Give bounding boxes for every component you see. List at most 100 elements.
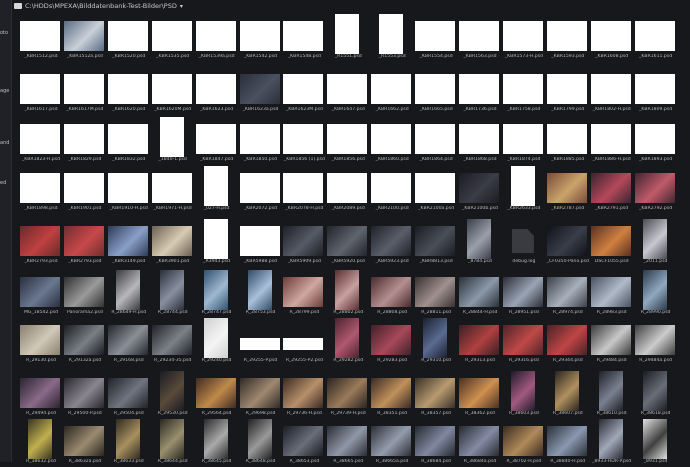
file-thumbnail[interactable]: R_38665a.psd: [371, 419, 413, 467]
file-thumbnail[interactable]: _8933-HDR-P.psd: [591, 419, 633, 467]
file-thumbnail[interactable]: R_38684a.psd: [459, 419, 501, 467]
file-thumbnail[interactable]: _KBR1758.psd: [502, 67, 545, 115]
file-thumbnail[interactable]: _KBR1542.psd: [239, 14, 282, 62]
file-thumbnail[interactable]: R_28649-H.psd: [108, 270, 150, 318]
file-thumbnail[interactable]: _KBR1608.psd: [590, 14, 633, 62]
file-thumbnail[interactable]: _KBR1617M.psd: [63, 67, 106, 115]
file-thumbnail[interactable]: R_38632a.psd: [63, 419, 106, 467]
file-thumbnail[interactable]: R_38357.psd: [415, 371, 457, 419]
file-thumbnail[interactable]: _KBR1736.psd: [459, 67, 501, 115]
file-thumbnail[interactable]: _KBR1563.psd: [459, 14, 501, 62]
file-thumbnail[interactable]: _KBR1573-H.psd: [502, 14, 545, 62]
file-thumbnail[interactable]: R_28974.psd: [546, 270, 589, 318]
file-thumbnail[interactable]: R_38702-H.psd: [502, 419, 545, 467]
file-thumbnail[interactable]: _2011.psd: [635, 219, 677, 267]
file-thumbnail[interactable]: R_28808.psd: [371, 270, 413, 318]
file-thumbnail[interactable]: _KBR1885.psd: [546, 117, 589, 165]
file-thumbnail[interactable]: _KBR1832.psd: [107, 117, 150, 165]
file-thumbnail[interactable]: R_28811.psd: [415, 270, 457, 318]
file-thumbnail[interactable]: _KBR2791.psd: [590, 166, 633, 214]
file-thumbnail[interactable]: R_29234-35.psd: [151, 318, 194, 366]
file-thumbnail[interactable]: _1840-1.psd: [152, 117, 194, 165]
file-thumbnail[interactable]: R_28990.psd: [635, 270, 677, 318]
file-thumbnail[interactable]: _KBR1617.psd: [20, 67, 62, 115]
file-thumbnail[interactable]: R_29240.psd: [196, 318, 238, 366]
file-thumbnail[interactable]: _KBR1893.psd: [634, 117, 677, 165]
file-thumbnail[interactable]: _KBR1520.psd: [107, 14, 150, 62]
file-thumbnail[interactable]: _KBR1971-H.psd: [151, 166, 194, 214]
file-thumbnail[interactable]: _KBR1611.psd: [634, 14, 677, 62]
file-thumbnail[interactable]: _KBR2072.psd: [239, 166, 282, 214]
file-thumbnail[interactable]: debug.log: [503, 219, 545, 267]
file-thumbnail[interactable]: R_38633.psd: [108, 419, 150, 467]
file-thumbnail[interactable]: _KBR2793.psd: [20, 219, 62, 267]
file-thumbnail[interactable]: _KBR2089.psd: [327, 166, 369, 214]
file-thumbnail[interactable]: R_29530.psd: [152, 371, 194, 419]
file-thumbnail[interactable]: _KBR1535.psd: [151, 14, 194, 62]
file-thumbnail[interactable]: _KBR2633.psd: [503, 166, 545, 214]
file-thumbnail[interactable]: _KBR1864.psd: [415, 117, 457, 165]
file-thumbnail[interactable]: _KBR1910-H.psd: [107, 166, 150, 214]
file-thumbnail[interactable]: R_28744.psd: [152, 270, 194, 318]
file-thumbnail[interactable]: _KBR1647.psd: [327, 67, 369, 115]
file-thumbnail[interactable]: _KBR2792.psd: [634, 166, 677, 214]
file-thumbnail[interactable]: _KBR1809.psd: [634, 67, 677, 115]
file-thumbnail[interactable]: _KBR1886-H.psd: [590, 117, 633, 165]
file-thumbnail[interactable]: R_29283.psd: [371, 318, 413, 366]
file-thumbnail[interactable]: R_29310.psd: [415, 318, 457, 366]
file-thumbnail[interactable]: _KBR2793.psd: [63, 219, 106, 267]
file-thumbnail[interactable]: _KBR1512a.psd: [63, 14, 106, 62]
file-thumbnail[interactable]: _R1551.psd: [327, 14, 369, 62]
file-thumbnail[interactable]: _KBR1539a.psd: [195, 14, 238, 62]
file-thumbnail[interactable]: DSCF1055.psd: [590, 219, 633, 267]
file-thumbnail[interactable]: MG_18542.psd: [20, 270, 62, 318]
file-thumbnail[interactable]: R_29484a.psd: [634, 318, 677, 366]
file-thumbnail[interactable]: _KBR1623M.psd: [283, 67, 325, 115]
file-thumbnail[interactable]: R_38645.psd: [196, 419, 238, 467]
file-thumbnail[interactable]: R_28799.psd: [283, 270, 325, 318]
file-thumbnail[interactable]: _8784.psd: [459, 219, 501, 267]
file-thumbnail[interactable]: R_38644.psd: [152, 419, 194, 467]
file-thumbnail[interactable]: _KBR1623a.psd: [239, 67, 282, 115]
file-thumbnail[interactable]: R_29484.psd: [590, 318, 633, 366]
file-thumbnail[interactable]: _KBR3901.psd: [151, 219, 194, 267]
file-thumbnail[interactable]: _KBR1620.psd: [107, 67, 150, 115]
file-thumbnail[interactable]: _8931.psd: [635, 419, 677, 467]
file-thumbnail[interactable]: R_38610.psd: [591, 371, 633, 419]
file-thumbnail[interactable]: R_29564.psd: [195, 371, 238, 419]
file-thumbnail[interactable]: R_28844-H.psd: [459, 270, 501, 318]
file-thumbnail[interactable]: R_38632.psd: [20, 419, 62, 467]
file-thumbnail[interactable]: _KBR1623.psd: [195, 67, 238, 115]
file-thumbnail[interactable]: R_29504.psd: [107, 371, 150, 419]
file-thumbnail[interactable]: _KBR1662.psd: [371, 67, 413, 115]
file-thumbnail[interactable]: _KBR2100a.psd: [415, 166, 457, 214]
file-thumbnail[interactable]: _KBR1665.psd: [415, 67, 457, 115]
file-thumbnail[interactable]: _R1553.psd: [371, 14, 413, 62]
file-thumbnail[interactable]: R_28747.psd: [196, 270, 238, 318]
file-thumbnail[interactable]: Panorama2.psd: [63, 270, 106, 318]
file-thumbnail[interactable]: _KBR1850.psd: [239, 117, 282, 165]
file-thumbnail[interactable]: R_29494.psd: [20, 371, 62, 419]
file-thumbnail[interactable]: _KBR1898.psd: [20, 166, 62, 214]
file-thumbnail[interactable]: R_38840-H.psd: [546, 419, 589, 467]
file-thumbnail[interactable]: _KBR2100.psd: [371, 166, 413, 214]
file-thumbnail[interactable]: _KBR8813.psd: [415, 219, 457, 267]
file-thumbnail[interactable]: R_28753.psd: [240, 270, 282, 318]
file-thumbnail[interactable]: R_28951.psd: [502, 270, 545, 318]
file-thumbnail[interactable]: _KBR1874.psd: [502, 117, 545, 165]
file-thumbnail[interactable]: R_29344.psd: [546, 318, 589, 366]
file-thumbnail[interactable]: _KBR5988.psd: [239, 219, 282, 267]
file-thumbnail[interactable]: _KBR5920.psd: [327, 219, 369, 267]
file-thumbnail[interactable]: _KBR1548.psd: [283, 14, 325, 62]
file-thumbnail[interactable]: _027-H.psd: [196, 166, 238, 214]
file-thumbnail[interactable]: _KBR1860.psd: [371, 117, 413, 165]
file-thumbnail[interactable]: _KBR1593.psd: [546, 14, 589, 62]
file-thumbnail[interactable]: R_28983.psd: [590, 270, 633, 318]
file-thumbnail[interactable]: _KBR5909.psd: [283, 219, 325, 267]
file-thumbnail[interactable]: R_38618.psd: [635, 371, 677, 419]
file-thumbnail[interactable]: _KBR2100b.psd: [459, 166, 501, 214]
file-thumbnail[interactable]: R_38362.psd: [459, 371, 501, 419]
file-thumbnail[interactable]: _KBR1512.psd: [20, 14, 62, 62]
file-thumbnail[interactable]: _KBR1802-H.psd: [590, 67, 633, 115]
file-thumbnail[interactable]: _KBR3149.psd: [107, 219, 150, 267]
